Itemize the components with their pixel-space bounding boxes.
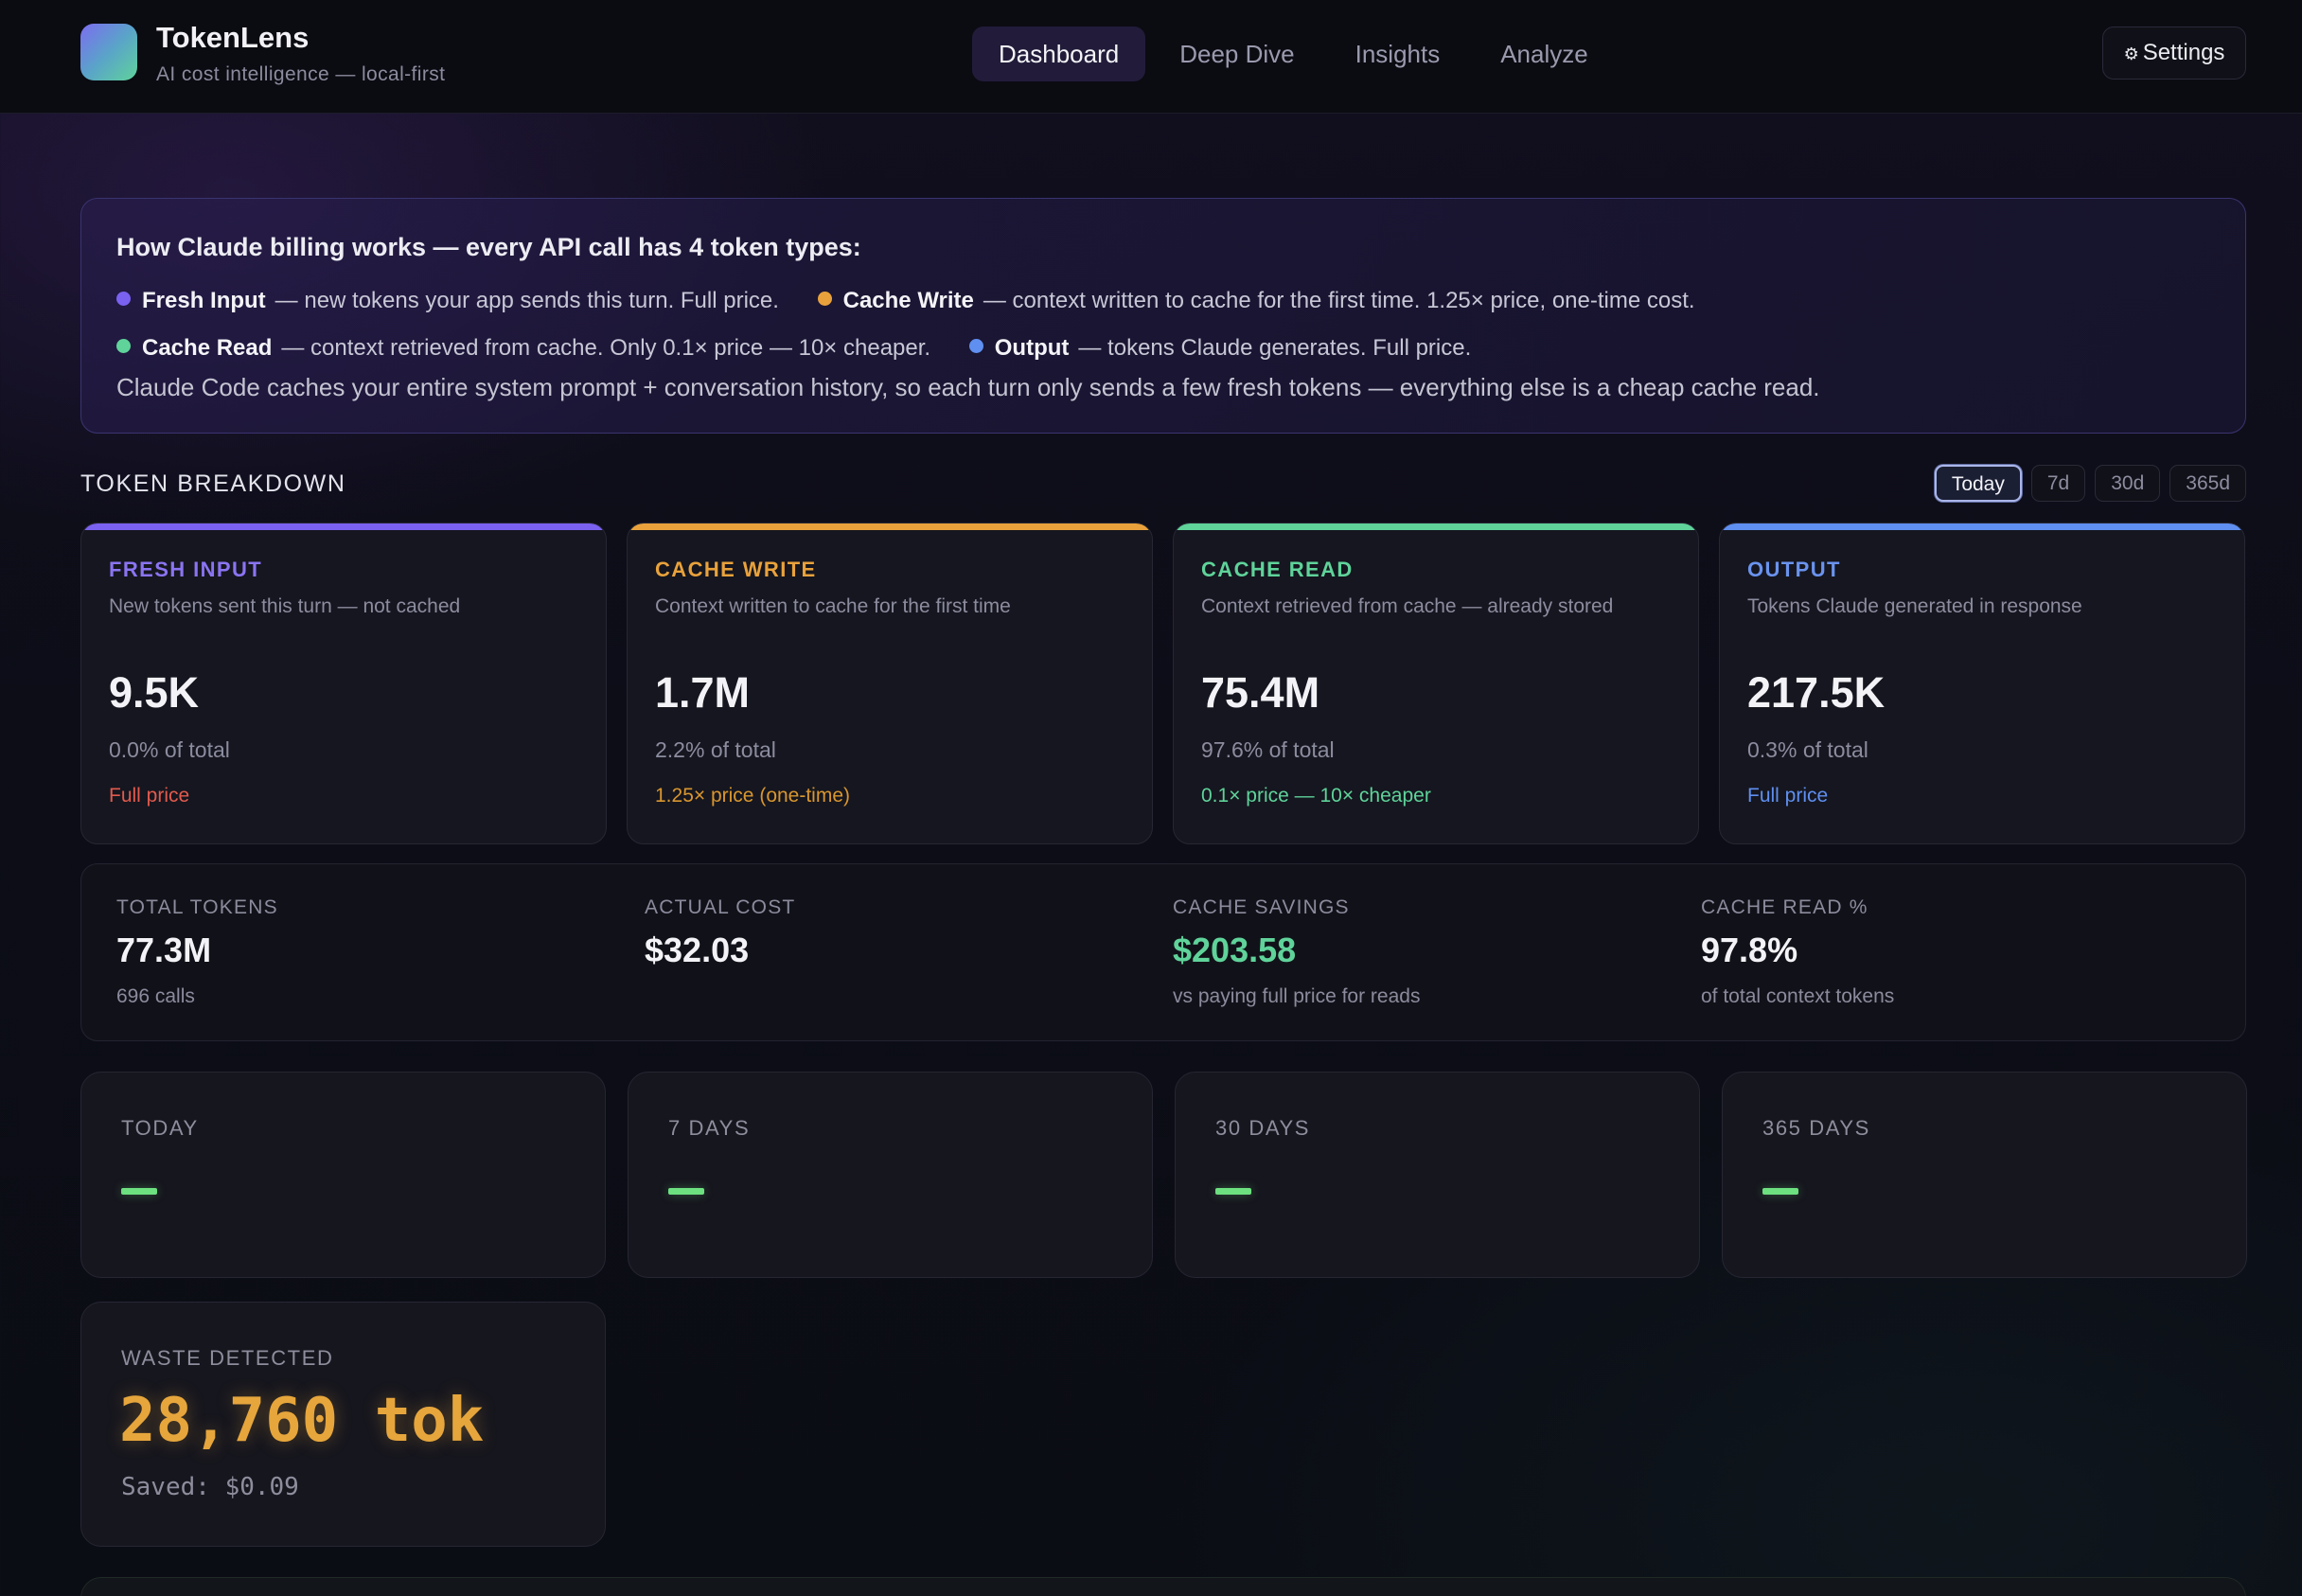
range-today-button[interactable]: Today — [1934, 465, 2022, 502]
top-header: TokenLens AI cost intelligence — local-f… — [0, 0, 2302, 114]
card-percent: 0.0% of total — [109, 737, 230, 762]
nav-tab-insights[interactable]: Insights — [1329, 27, 1467, 81]
card-accent-bar — [81, 523, 606, 530]
empty-value-dash — [668, 1188, 704, 1195]
card-description: New tokens sent this turn — not cached — [109, 595, 461, 617]
period-label: 7 DAYS — [668, 1116, 751, 1140]
summary-subtext: vs paying full price for reads — [1173, 985, 1421, 1007]
range-365d-button[interactable]: 365d — [2169, 465, 2246, 502]
output-dot-icon — [968, 339, 983, 353]
summary-value: $203.58 — [1173, 931, 1297, 969]
card-accent-bar — [1174, 523, 1698, 530]
summary-value: $32.03 — [645, 931, 750, 969]
waste-detected-card: WASTE DETECTED 28,760 tok Saved: $0.09 — [80, 1302, 606, 1547]
period-card-30-days: 30 DAYS — [1175, 1072, 1700, 1278]
card-accent-bar — [1720, 523, 2244, 530]
cache-write-dot-icon — [817, 292, 832, 306]
gear-icon: ⚙ — [2123, 44, 2139, 63]
card-description: Context retrieved from cache — already s… — [1201, 595, 1614, 617]
legend-fresh-input: Fresh Input — new tokens your app sends t… — [116, 288, 779, 314]
cache-read-dot-icon — [116, 339, 131, 353]
summary-subtext: 696 calls — [116, 985, 195, 1007]
period-label: TODAY — [121, 1116, 199, 1140]
card-description: Context written to cache for the first t… — [655, 595, 1011, 617]
period-label: 30 DAYS — [1215, 1116, 1311, 1140]
app-logo — [80, 24, 137, 80]
card-percent: 97.6% of total — [1201, 737, 1335, 762]
legend-cache-write: Cache Write — context written to cache fo… — [817, 288, 1695, 314]
card-price-note: Full price — [1747, 785, 1829, 807]
card-value: 75.4M — [1201, 668, 1320, 717]
nav-tab-analyze[interactable]: Analyze — [1474, 27, 1615, 81]
waste-saved: Saved: $0.09 — [121, 1473, 299, 1501]
legend-output: Output — tokens Claude generates. Full pr… — [968, 335, 1471, 362]
card-label: CACHE READ — [1201, 558, 1354, 581]
period-card-365-days: 365 DAYS — [1722, 1072, 2247, 1278]
card-label: CACHE WRITE — [655, 558, 817, 581]
card-percent: 2.2% of total — [655, 737, 776, 762]
summary-label: TOTAL TOKENS — [116, 896, 278, 918]
legend-cache-read: Cache Read — context retrieved from cache… — [116, 335, 930, 362]
waste-label: WASTE DETECTED — [121, 1346, 334, 1370]
card-price-note: 0.1× price — 10× cheaper — [1201, 785, 1431, 807]
card-label: OUTPUT — [1747, 558, 1841, 581]
token-summary: TOTAL TOKENS 77.3M 696 calls ACTUAL COST… — [80, 863, 2246, 1041]
nav-tab-dashboard[interactable]: Dashboard — [972, 27, 1146, 81]
cache-write-card: CACHE WRITE Context written to cache for… — [627, 523, 1153, 844]
summary-value: 97.8% — [1701, 931, 1798, 969]
next-panel-edge — [80, 1577, 2246, 1596]
nav-tab-deep-dive[interactable]: Deep Dive — [1153, 27, 1320, 81]
token-type-legend-row-2: Cache Read — context retrieved from cache… — [116, 335, 1503, 362]
waste-value: 28,760 tok — [119, 1386, 485, 1456]
range-selector: Today 7d 30d 365d — [1925, 465, 2246, 502]
period-card-today: TODAY — [80, 1072, 606, 1278]
fresh-input-card: FRESH INPUT New tokens sent this turn — … — [80, 523, 607, 844]
fresh-input-dot-icon — [116, 292, 131, 306]
card-price-note: 1.25× price (one-time) — [655, 785, 851, 807]
billing-info-title: How Claude billing works — every API cal… — [116, 233, 861, 261]
card-value: 217.5K — [1747, 668, 1886, 717]
card-percent: 0.3% of total — [1747, 737, 1868, 762]
card-price-note: Full price — [109, 785, 190, 807]
settings-button[interactable]: ⚙ Settings — [2102, 27, 2246, 80]
token-breakdown-title: TOKEN BREAKDOWN — [80, 470, 346, 497]
card-value: 1.7M — [655, 668, 751, 717]
billing-info-panel: How Claude billing works — every API cal… — [80, 198, 2246, 434]
token-type-legend-row-1: Fresh Input — new tokens your app sends t… — [116, 288, 1727, 314]
summary-label: CACHE SAVINGS — [1173, 896, 1350, 918]
summary-label: CACHE READ % — [1701, 896, 1868, 918]
cache-read-card: CACHE READ Context retrieved from cache … — [1173, 523, 1699, 844]
main-nav: Dashboard Deep Dive Insights Analyze — [972, 27, 1622, 81]
billing-info-note: Claude Code caches your entire system pr… — [116, 373, 1820, 401]
range-7d-button[interactable]: 7d — [2030, 465, 2086, 502]
summary-subtext: of total context tokens — [1701, 985, 1895, 1007]
card-label: FRESH INPUT — [109, 558, 263, 581]
empty-value-dash — [121, 1188, 157, 1195]
empty-value-dash — [1215, 1188, 1251, 1195]
period-label: 365 DAYS — [1762, 1116, 1870, 1140]
output-card: OUTPUT Tokens Claude generated in respon… — [1719, 523, 2245, 844]
empty-value-dash — [1762, 1188, 1798, 1195]
summary-label: ACTUAL COST — [645, 896, 796, 918]
card-value: 9.5K — [109, 668, 200, 717]
range-30d-button[interactable]: 30d — [2095, 465, 2161, 502]
app-title: TokenLens — [156, 21, 310, 54]
card-accent-bar — [628, 523, 1152, 530]
app-subtitle: AI cost intelligence — local-first — [156, 63, 446, 85]
settings-label: Settings — [2142, 40, 2225, 65]
summary-value: 77.3M — [116, 931, 212, 969]
period-card-7-days: 7 DAYS — [628, 1072, 1153, 1278]
card-description: Tokens Claude generated in response — [1747, 595, 2082, 617]
